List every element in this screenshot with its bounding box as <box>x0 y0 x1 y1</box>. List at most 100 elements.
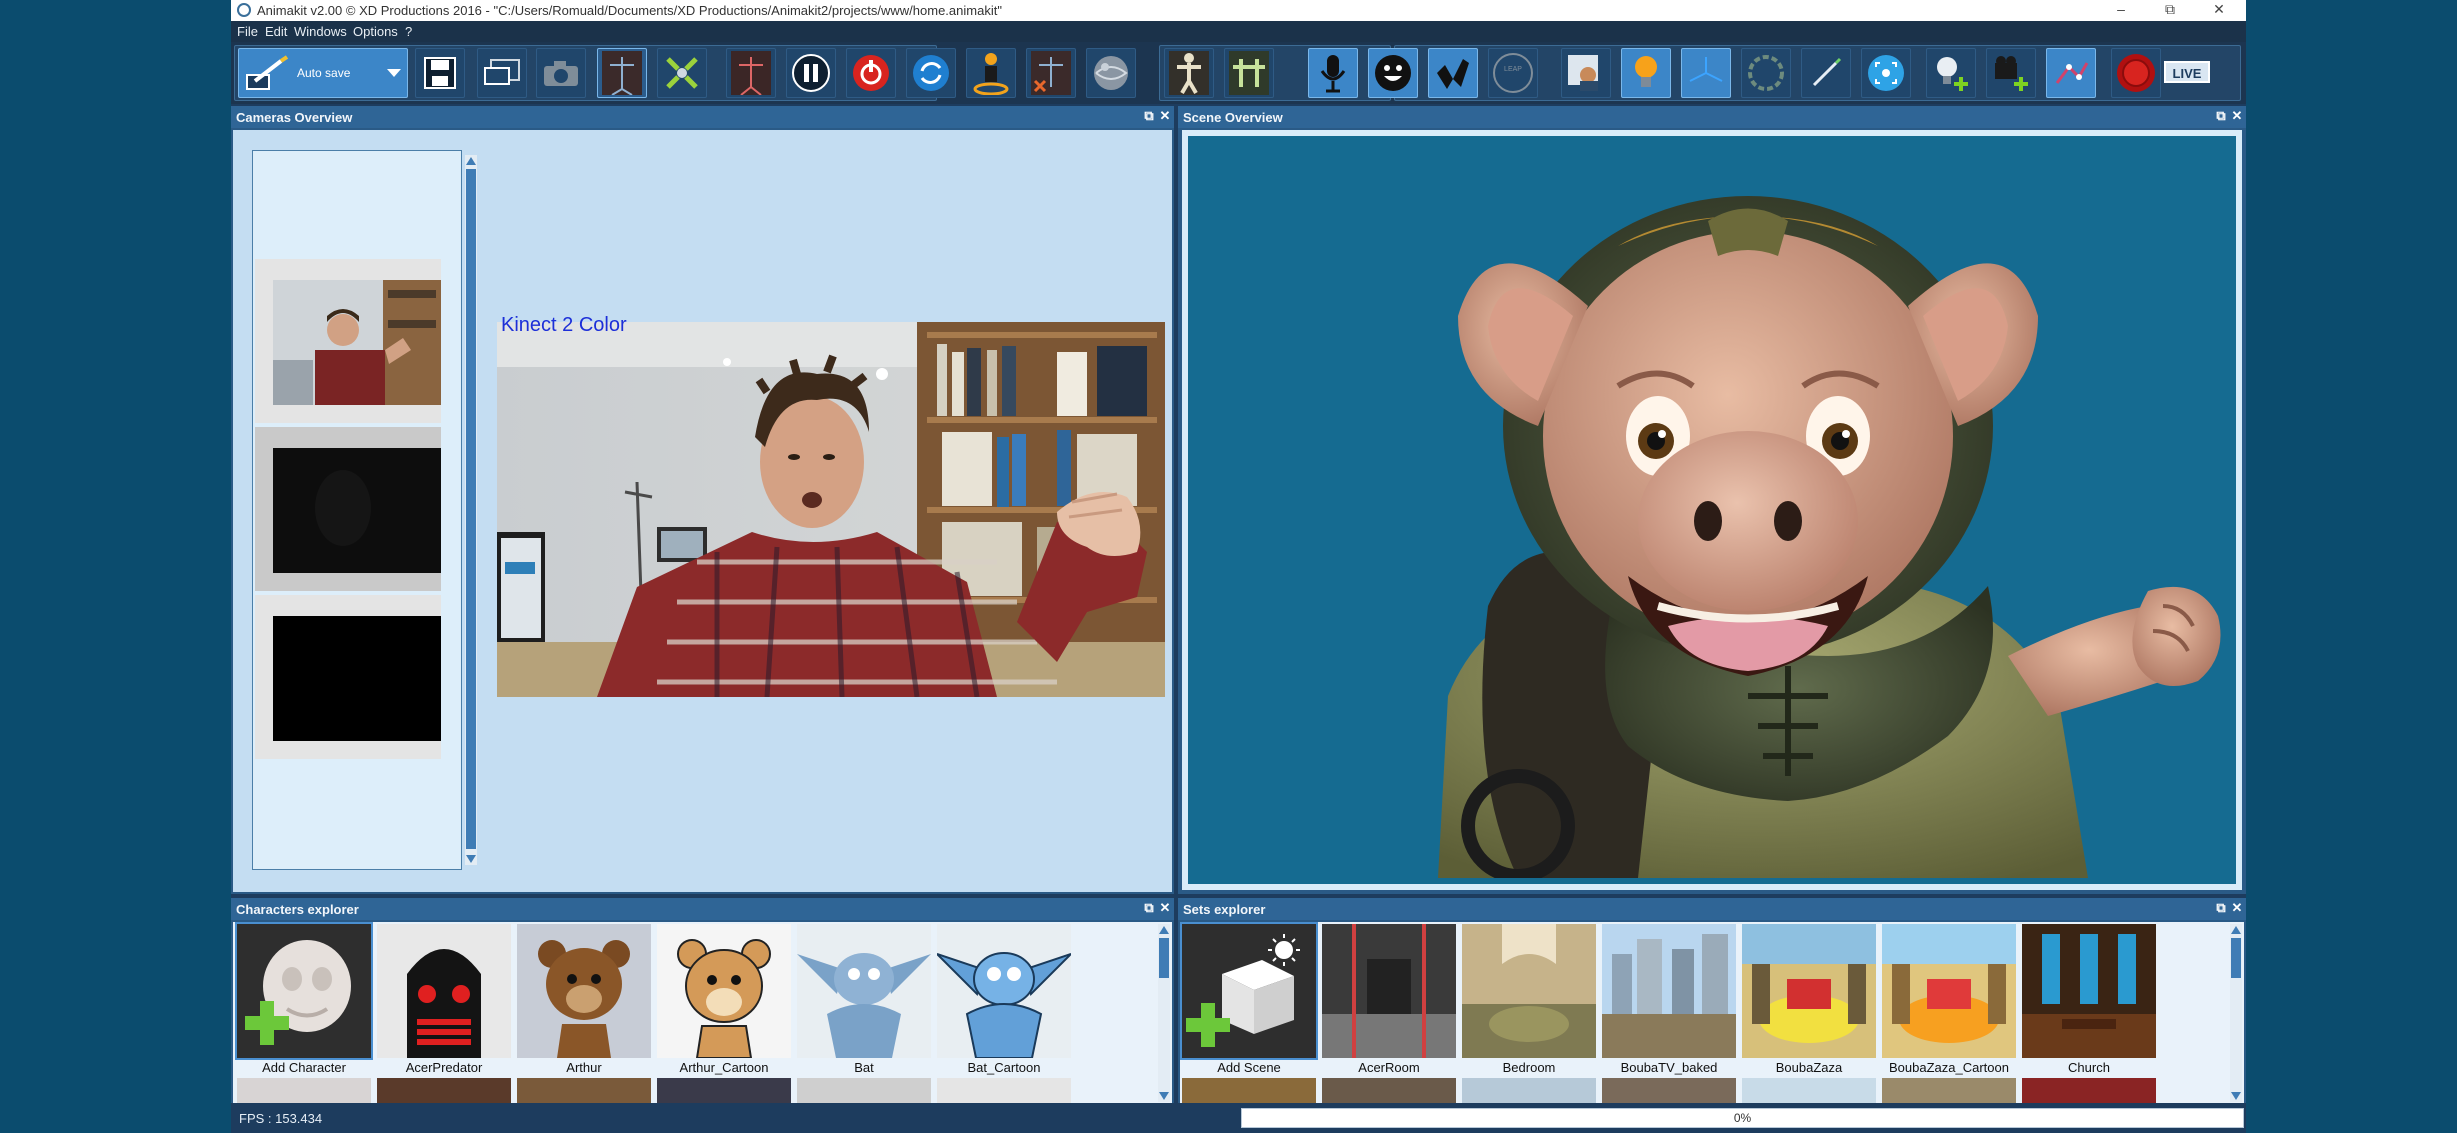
progress-bar: 0% <box>1241 1108 2244 1128</box>
skeleton-view-button[interactable] <box>597 48 647 98</box>
pen-button[interactable] <box>1801 48 1851 98</box>
microphone-button[interactable] <box>1308 48 1358 98</box>
set-tile[interactable] <box>1462 1078 1596 1103</box>
set-tile[interactable] <box>1742 1078 1876 1103</box>
scrollbar-thumb[interactable] <box>2231 938 2241 978</box>
menu-windows[interactable]: Windows <box>294 24 347 39</box>
scrollbar-thumb[interactable] <box>1159 938 1169 978</box>
rig-icon <box>2055 62 2089 84</box>
camera-button[interactable] <box>536 48 586 98</box>
character-tile[interactable]: AcerPredator <box>377 924 511 1075</box>
close-icon[interactable]: ✕ <box>2196 0 2242 21</box>
camera-thumb-color[interactable] <box>255 259 441 423</box>
float-icon[interactable]: ⧉ <box>1142 109 1156 123</box>
live-button[interactable]: LIVE <box>2164 61 2210 83</box>
scene-viewport[interactable] <box>1188 136 2236 884</box>
camera-thumb-color-image <box>273 280 441 405</box>
camera-thumb-infrared[interactable] <box>255 595 441 759</box>
hands-button[interactable] <box>1428 48 1478 98</box>
scroll-down-icon[interactable] <box>2231 1092 2241 1100</box>
scroll-down-icon[interactable] <box>1159 1092 1169 1100</box>
calibrate-button[interactable] <box>657 48 707 98</box>
restore-icon[interactable]: ⧉ <box>2147 0 2193 21</box>
focus-button[interactable] <box>1861 48 1911 98</box>
scrollbar-thumb[interactable] <box>466 169 476 849</box>
character-tile[interactable] <box>937 1078 1071 1103</box>
two-body-button[interactable] <box>1224 48 1274 98</box>
character-tile[interactable]: Arthur <box>517 924 651 1075</box>
character-tile[interactable] <box>517 1078 651 1103</box>
set-tile[interactable]: BoubaZaza_Cartoon <box>1882 924 2016 1075</box>
add-camera-button[interactable] <box>1986 48 2036 98</box>
close-icon[interactable]: ✕ <box>2230 901 2244 915</box>
light-bulb-button[interactable] <box>1621 48 1671 98</box>
close-icon[interactable]: ✕ <box>1158 109 1172 123</box>
character-tile[interactable]: Arthur_Cartoon <box>657 924 791 1075</box>
delete-skeleton-button[interactable] <box>1026 48 1076 98</box>
menu-file[interactable]: File <box>237 24 258 39</box>
minimize-icon[interactable]: – <box>2098 0 2144 21</box>
set-tile[interactable] <box>1602 1078 1736 1103</box>
set-tile[interactable]: Bedroom <box>1462 924 1596 1075</box>
menu-options[interactable]: Options <box>353 24 398 39</box>
float-icon[interactable]: ⧉ <box>1142 901 1156 915</box>
scroll-up-icon[interactable] <box>2231 926 2241 934</box>
scroll-down-icon[interactable] <box>466 855 476 863</box>
menu-edit[interactable]: Edit <box>265 24 287 39</box>
pause-button[interactable] <box>786 48 836 98</box>
character-tile[interactable]: Bat_Cartoon <box>937 924 1071 1075</box>
sets-scrollbar[interactable] <box>2230 924 2242 1102</box>
save-button[interactable] <box>415 48 465 98</box>
scroll-up-icon[interactable] <box>466 157 476 165</box>
orbit-button[interactable] <box>1741 48 1791 98</box>
set-label: BoubaZaza_Cartoon <box>1889 1060 2009 1075</box>
characters-scrollbar[interactable] <box>1158 924 1170 1102</box>
float-icon[interactable]: ⧉ <box>2214 109 2228 123</box>
add-character-thumb <box>235 922 373 1060</box>
add-light-button[interactable] <box>1926 48 1976 98</box>
set-tile[interactable] <box>1322 1078 1456 1103</box>
character-tile[interactable]: Bat <box>797 924 931 1075</box>
autosave-dropdown[interactable]: Auto save <box>238 48 408 98</box>
add-character-tile[interactable]: Add Character <box>235 922 373 1075</box>
screen-capture-button[interactable] <box>477 48 527 98</box>
skeleton-record-button[interactable] <box>726 48 776 98</box>
set-tile[interactable]: Church <box>2022 924 2156 1075</box>
leap-motion-button[interactable]: LEAP <box>1488 48 1538 98</box>
background-image-button[interactable] <box>1561 48 1611 98</box>
tracking-person-button[interactable] <box>966 48 1016 98</box>
set-tile[interactable] <box>2022 1078 2156 1103</box>
character-label: Bat <box>854 1060 874 1075</box>
refresh-button[interactable] <box>906 48 956 98</box>
close-icon[interactable]: ✕ <box>2230 109 2244 123</box>
face-button[interactable] <box>1368 48 1418 98</box>
record-button[interactable] <box>2111 48 2161 98</box>
menu-help[interactable]: ? <box>405 24 412 39</box>
status-bar: FPS : 153.434 0% <box>231 1103 2246 1133</box>
body-tracking-button[interactable] <box>1164 48 1214 98</box>
set-tile[interactable]: BoubaTV_baked <box>1602 924 1736 1075</box>
title-bar: Animakit v2.00 © XD Productions 2016 - "… <box>231 0 2246 21</box>
power-button[interactable] <box>846 48 896 98</box>
set-tile[interactable] <box>1182 1078 1316 1103</box>
axis-button[interactable] <box>1681 48 1731 98</box>
camera-thumb-depth[interactable] <box>255 427 441 591</box>
add-scene-tile[interactable]: Add Scene <box>1180 922 1318 1075</box>
character-tile[interactable] <box>237 1078 371 1103</box>
add-scene-thumb <box>1180 922 1318 1060</box>
thumbnails-scrollbar[interactable] <box>465 155 477 865</box>
progress-text: 0% <box>1733 1111 1752 1125</box>
sphere-button[interactable] <box>1086 48 1136 98</box>
character-tile[interactable] <box>657 1078 791 1103</box>
set-tile[interactable]: BoubaZaza <box>1742 924 1876 1075</box>
camera-icon <box>544 61 578 86</box>
character-tile[interactable] <box>797 1078 931 1103</box>
scroll-up-icon[interactable] <box>1159 926 1169 934</box>
cameras-overview-panel: Cameras Overview ⧉ ✕ Kinect 2 Color <box>231 106 1174 894</box>
rig-button[interactable] <box>2046 48 2096 98</box>
set-tile[interactable]: AcerRoom <box>1322 924 1456 1075</box>
float-icon[interactable]: ⧉ <box>2214 901 2228 915</box>
character-tile[interactable] <box>377 1078 511 1103</box>
set-tile[interactable] <box>1882 1078 2016 1103</box>
close-icon[interactable]: ✕ <box>1158 901 1172 915</box>
